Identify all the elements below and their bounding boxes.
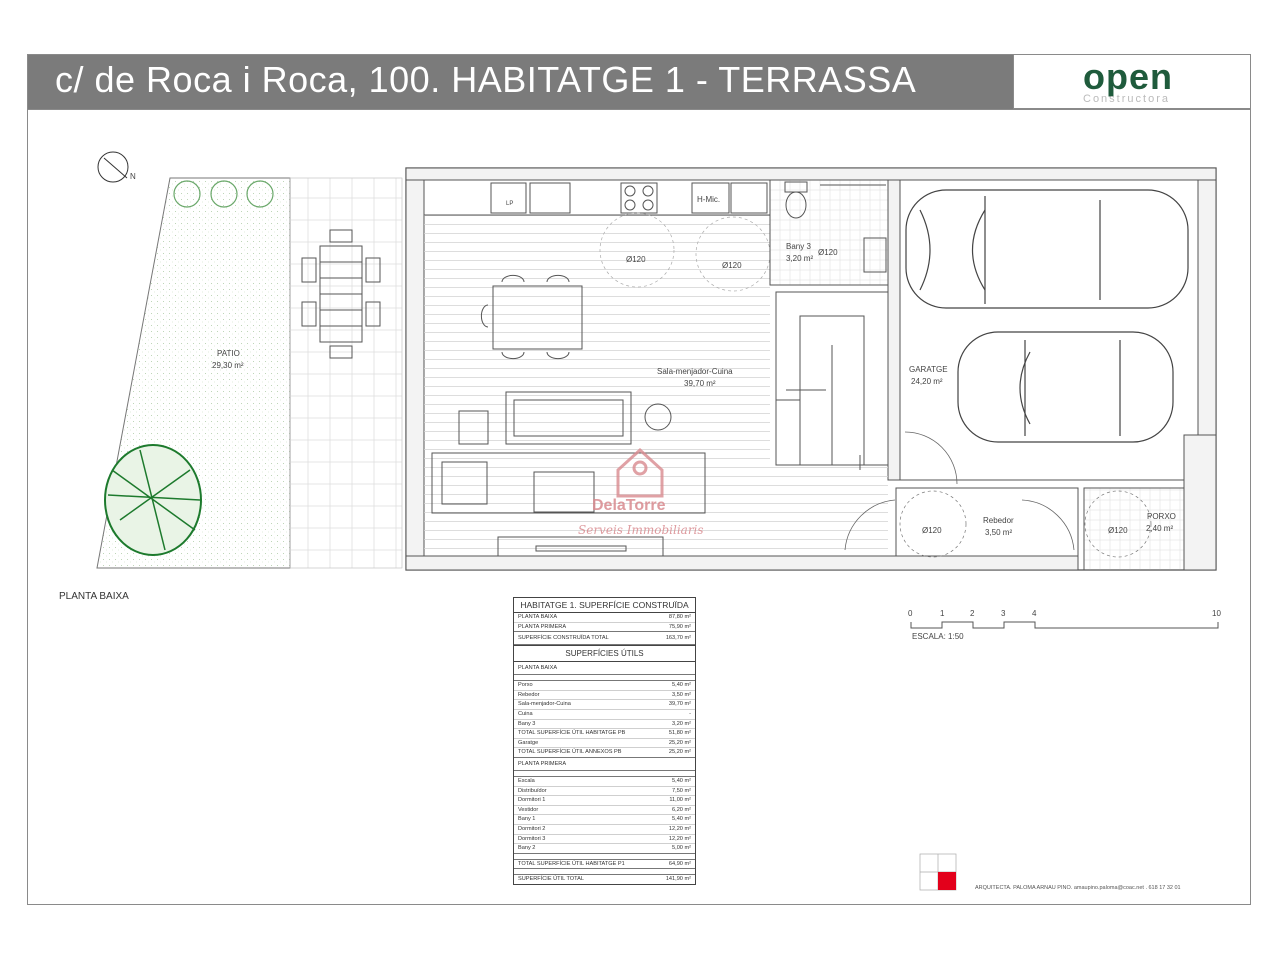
patio-paving xyxy=(289,177,403,569)
useful-surfaces-title: SUPERFÍCIES ÚTILS xyxy=(514,645,695,663)
porch-label: PORXO xyxy=(1147,512,1176,521)
table-row: Distribuïdor 7,50 m² xyxy=(514,787,695,797)
scale-tick-2: 2 xyxy=(970,609,975,618)
patio-area-label: 29,30 m² xyxy=(212,361,244,370)
table-row: Bany 1 5,40 m² xyxy=(514,815,695,825)
table-row: PLANTA PRIMERA 75,90 m² xyxy=(514,623,695,633)
scale-tick-4: 4 xyxy=(1032,609,1037,618)
table-section-p1: PLANTA PRIMERA xyxy=(514,758,695,771)
patio-label: PATIO xyxy=(217,349,240,358)
bathroom-area-label: 3,20 m² xyxy=(786,254,814,263)
entry-area-label: 3,50 m² xyxy=(985,528,1013,537)
architect-logo xyxy=(919,853,957,891)
garage-floor xyxy=(899,179,1199,481)
porch xyxy=(1083,487,1201,571)
table-row: Sala-menjador-Cuina 39,70 m² xyxy=(514,700,695,710)
turning-circle-label-4: Ø120 xyxy=(922,526,942,535)
scale-tick-0: 0 xyxy=(908,609,913,618)
tree xyxy=(104,444,202,556)
compass-north-label: N xyxy=(130,172,136,181)
garage-label: GARATGE xyxy=(909,365,948,374)
scale-tick-1: 1 xyxy=(940,609,945,618)
plan-label: PLANTA BAIXA xyxy=(59,591,129,602)
staircase xyxy=(775,291,889,470)
table-row-grand-total: SUPERFÍCIE ÚTIL TOTAL 141,90 m² xyxy=(518,876,691,883)
table-row: Bany 2 5,00 m² xyxy=(514,844,695,854)
watermark-name: DelaTorre xyxy=(592,497,666,514)
entry-label: Rebedor xyxy=(983,516,1014,525)
table-row: Dormitori 3 12,20 m² xyxy=(514,835,695,845)
table-row-total: TOTAL SUPERFÍCIE ÚTIL HABITATGE P1 64,90 … xyxy=(514,860,695,870)
table-section-pb: PLANTA BAIXA xyxy=(514,662,695,676)
table-row: Cuina - xyxy=(514,710,695,720)
table-row: Garatge 25,20 m² xyxy=(514,739,695,749)
bathroom xyxy=(769,179,889,286)
table-row: TOTAL SUPERFÍCIE ÚTIL HABITATGE PB 51,80 … xyxy=(514,729,695,739)
table-row: TOTAL SUPERFÍCIE ÚTIL ANNEXOS PB 25,20 m² xyxy=(514,748,695,758)
turning-circle-label-1: Ø120 xyxy=(626,255,646,264)
scale-tick-3: 3 xyxy=(1001,609,1006,618)
turning-circle-label-3: Ø120 xyxy=(818,248,838,257)
table-row: Dormitori 2 12,20 m² xyxy=(514,825,695,835)
porch-area-label: 2,40 m² xyxy=(1146,524,1174,533)
living-room-label: Sala-menjador-Cuina xyxy=(657,367,733,376)
table-row: Porxo 5,40 m² xyxy=(514,681,695,691)
scale-label: ESCALA: 1:50 xyxy=(912,632,964,641)
hmic-label: H-Mic. xyxy=(697,195,721,204)
table-row: Rebedor 3,50 m² xyxy=(514,691,695,701)
north-compass xyxy=(97,151,129,183)
turning-circle-label-5: Ø120 xyxy=(1108,526,1128,535)
table-row: Escala 5,40 m² xyxy=(514,777,695,787)
garage-area-label: 24,20 m² xyxy=(911,377,943,386)
turning-circle-label-2: Ø120 xyxy=(722,261,742,270)
architect-credit: ARQUITECTA. PALOMA ARNAU PINO. amaupino.… xyxy=(975,885,1181,891)
table-row: Vestidor 6,20 m² xyxy=(514,806,695,816)
table-row: PLANTA BAIXA 87,80 m² xyxy=(514,613,695,623)
table-row-total: SUPERFÍCIE CONSTRUÏDA TOTAL 163,70 m² xyxy=(514,632,695,646)
surface-table: HABITATGE 1. SUPERFÍCIE CONSTRUÏDA PLANT… xyxy=(513,597,696,885)
scale-bar xyxy=(910,621,1219,629)
bathroom-label: Bany 3 xyxy=(786,242,811,251)
lp-label: LP xyxy=(506,201,514,207)
surface-table-title: HABITATGE 1. SUPERFÍCIE CONSTRUÏDA xyxy=(514,598,695,613)
scale-tick-10: 10 xyxy=(1212,609,1221,618)
table-row: Bany 3 3,20 m² xyxy=(514,720,695,730)
living-room-area-label: 39,70 m² xyxy=(684,379,716,388)
watermark-tagline: Serveis Immobiliaris xyxy=(578,523,704,537)
table-row: Dormitori 1 11,00 m² xyxy=(514,796,695,806)
